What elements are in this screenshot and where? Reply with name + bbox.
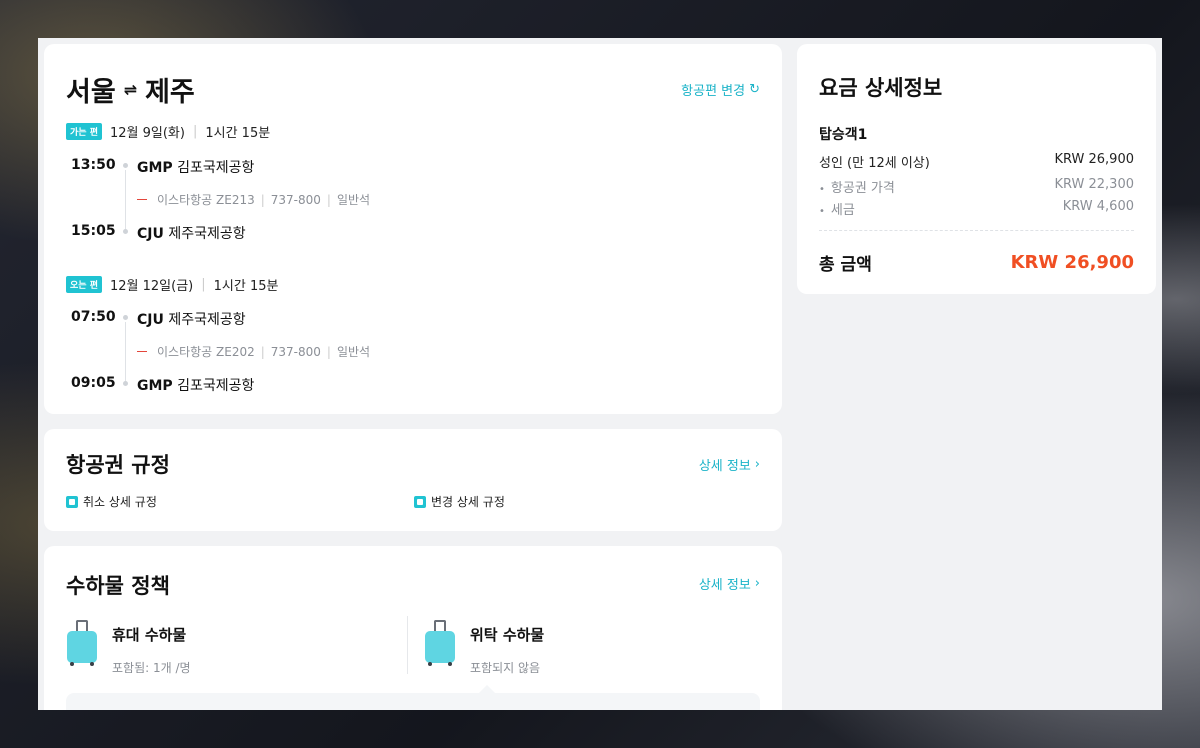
itinerary-card: 서울 ⇌ 제주 항공편 변경 ↻ 가는 편 12월 9일(화) | 1시간 15… [44, 44, 782, 414]
destination-city: 제주 [145, 77, 195, 108]
cabin-class: 일반석 [336, 345, 371, 359]
carry-on-title: 휴대 수하물 [112, 626, 187, 644]
checked-suitcase-icon [424, 620, 456, 666]
refresh-icon: ↻ [749, 82, 760, 97]
chevron-right-icon: › [754, 457, 760, 472]
outbound-departure-airport: GMP 김포국제공항 [137, 157, 254, 177]
change-rules-label: 변경 상세 규정 [431, 495, 505, 509]
divider [819, 230, 1134, 231]
divider [407, 616, 408, 674]
airport-code: GMP [137, 160, 173, 176]
fare-title: 요금 상세정보 [819, 76, 943, 100]
cancel-rules-label: 취소 상세 규정 [83, 495, 157, 509]
airline-mark [137, 351, 147, 352]
airline-flight: 이스타항공 ZE202 [157, 345, 255, 359]
outbound-flight-info: 이스타항공 ZE213 | 737-800 | 일반석 [137, 191, 370, 208]
airport-name: 제주국제공항 [168, 226, 246, 242]
airport-name: 김포국제공항 [177, 378, 255, 394]
cancel-rules-link[interactable]: 취소 상세 규정 [66, 493, 157, 510]
inbound-arrival-time: 09:05 [71, 375, 116, 391]
divider: | [260, 344, 265, 359]
change-rules-icon [414, 495, 426, 508]
divider: | [326, 192, 331, 207]
adult-value: KRW 26,900 [1054, 152, 1134, 167]
adult-fare-row: 성인 (만 12세 이상) KRW 26,900 [819, 152, 1134, 171]
total-row: 총 금액 KRW 26,900 [819, 250, 1134, 275]
outbound-arrival-airport: CJU 제주국제공항 [137, 223, 246, 243]
timeline-line [125, 170, 126, 230]
outbound-tag: 가는 편 [66, 123, 102, 140]
divider: | [201, 277, 206, 292]
airport-name: 제주국제공항 [168, 312, 246, 328]
tax-value: KRW 4,600 [1062, 199, 1134, 214]
origin-city: 서울 [66, 77, 116, 108]
ticket-price-value: KRW 22,300 [1054, 177, 1134, 192]
timeline-line [125, 322, 126, 382]
tax-label: 세금 [819, 199, 855, 218]
outbound-arrival-time: 15:05 [71, 223, 116, 239]
inbound-header: 오는 편 12월 12일(금) | 1시간 15분 [66, 275, 278, 294]
timeline-dot [123, 315, 128, 320]
passenger-label: 탑승객1 [819, 127, 868, 143]
round-trip-icon: ⇌ [123, 80, 138, 99]
checked-allowance: 포함되지 않음 [470, 661, 541, 675]
inbound-arrival-airport: GMP 김포국제공항 [137, 375, 254, 395]
airline-mark [137, 199, 147, 200]
outbound-date: 12월 9일(화) [109, 126, 185, 141]
cancel-rules-icon [66, 495, 78, 508]
carry-on-baggage: 휴대 수하물 포함됨: 1개 /명 [66, 618, 191, 676]
baggage-title: 수하물 정책 [66, 574, 170, 598]
ticket-price-label: 항공권 가격 [819, 177, 895, 196]
aircraft: 737-800 [270, 344, 321, 359]
airport-code: GMP [137, 378, 173, 394]
baggage-detail-link[interactable]: 상세 정보 › [699, 574, 760, 593]
timeline-dot [123, 163, 128, 168]
baggage-policy-card: 수하물 정책 상세 정보 › 휴대 수하물 포함됨: 1개 /명 위탁 수하물 … [44, 546, 782, 710]
chevron-right-icon: › [754, 576, 760, 591]
total-label: 총 금액 [819, 255, 872, 275]
inbound-flight-info: 이스타항공 ZE202 | 737-800 | 일반석 [137, 343, 370, 360]
airport-code: CJU [137, 226, 164, 242]
carry-on-suitcase-icon [66, 620, 98, 666]
airport-name: 김포국제공항 [177, 160, 255, 176]
change-rules-link[interactable]: 변경 상세 규정 [414, 493, 505, 510]
inbound-departure-time: 07:50 [71, 309, 116, 325]
divider: | [192, 124, 198, 139]
rules-detail-label: 상세 정보 [698, 459, 751, 474]
outbound-duration: 1시간 15분 [205, 126, 271, 141]
airline-flight: 이스타항공 ZE213 [157, 193, 255, 207]
rules-title: 항공권 규정 [66, 453, 170, 477]
inbound-duration: 1시간 15분 [213, 279, 279, 294]
baggage-detail-panel [66, 693, 760, 710]
booking-summary-page: 서울 ⇌ 제주 항공편 변경 ↻ 가는 편 12월 9일(화) | 1시간 15… [38, 38, 1162, 710]
ticket-price-row: 항공권 가격 KRW 22,300 [819, 177, 1134, 196]
outbound-header: 가는 편 12월 9일(화) | 1시간 15분 [66, 122, 270, 141]
rules-detail-link[interactable]: 상세 정보 › [699, 455, 760, 474]
change-flight-link[interactable]: 항공편 변경 ↻ [681, 80, 760, 99]
change-flight-label: 항공편 변경 [681, 84, 746, 99]
baggage-detail-label: 상세 정보 [698, 578, 751, 593]
tax-row: 세금 KRW 4,600 [819, 199, 1134, 218]
checked-baggage[interactable]: 위탁 수하물 포함되지 않음 [424, 618, 544, 676]
ticket-rules-card: 항공권 규정 상세 정보 › 취소 상세 규정 변경 상세 규정 [44, 429, 782, 531]
divider: | [326, 344, 331, 359]
total-value: KRW 26,900 [1010, 252, 1134, 273]
inbound-departure-airport: CJU 제주국제공항 [137, 309, 246, 329]
aircraft: 737-800 [270, 192, 321, 207]
fare-details-card: 요금 상세정보 탑승객1 성인 (만 12세 이상) KRW 26,900 항공… [797, 44, 1156, 294]
adult-label: 성인 (만 12세 이상) [819, 156, 930, 171]
checked-title: 위탁 수하물 [470, 626, 545, 644]
inbound-tag: 오는 편 [66, 276, 102, 293]
timeline-dot [123, 381, 128, 386]
inbound-date: 12월 12일(금) [109, 279, 194, 294]
airport-code: CJU [137, 312, 164, 328]
divider: | [260, 192, 265, 207]
outbound-departure-time: 13:50 [71, 157, 116, 173]
route-title: 서울 ⇌ 제주 [66, 70, 195, 109]
timeline-dot [123, 229, 128, 234]
carry-on-allowance: 포함됨: 1개 /명 [112, 661, 191, 675]
cabin-class: 일반석 [336, 193, 371, 207]
